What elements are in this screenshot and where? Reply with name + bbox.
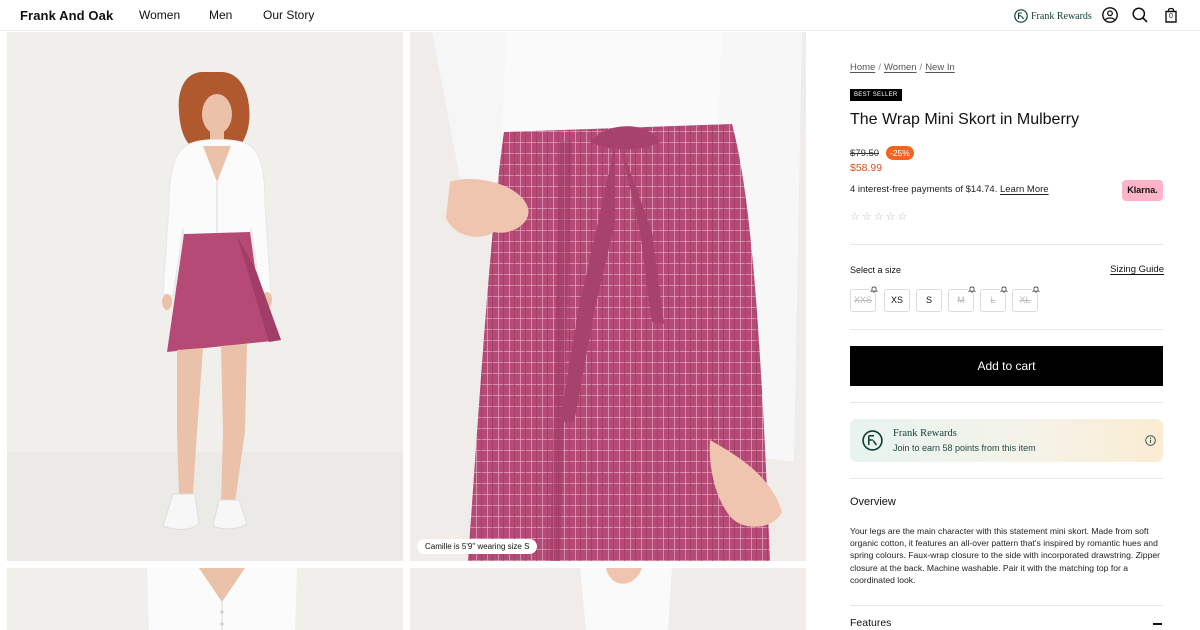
rating-stars[interactable]: ☆ ☆ ☆ ☆ ☆ — [850, 211, 907, 223]
size-option-xl[interactable]: XL — [1012, 285, 1040, 312]
divider — [850, 402, 1163, 403]
overview-description: Your legs are the main character with th… — [850, 526, 1160, 585]
size-option-s[interactable]: S — [916, 289, 942, 312]
best-seller-badge: BEST SELLER — [850, 89, 902, 101]
size-option-xs[interactable]: XS — [884, 289, 910, 312]
add-to-cart-button[interactable]: Add to cart — [850, 346, 1163, 386]
rewards-card-title: Frank Rewards — [893, 428, 957, 439]
notify-bell-icon — [1032, 285, 1040, 293]
nav-our-story[interactable]: Our Story — [263, 8, 314, 22]
nav-men[interactable]: Men — [209, 8, 232, 22]
sweater-detail-illustration — [7, 568, 403, 630]
divider — [850, 244, 1163, 245]
product-photo-closeup[interactable] — [410, 32, 806, 561]
product-details-panel: Home / Women / New In BEST SELLER The Wrap M… — [850, 0, 1164, 630]
notify-bell-icon — [968, 285, 976, 293]
installments-amount: 4 interest-free payments of $14.74. — [850, 184, 998, 195]
size-label: Select a size — [850, 265, 902, 275]
features-heading[interactable]: Features — [850, 617, 891, 629]
breadcrumb-women[interactable]: Women — [884, 62, 917, 73]
product-photo-bottom-right[interactable] — [410, 568, 806, 630]
notify-bell-icon — [870, 285, 878, 293]
overview-heading[interactable]: Overview — [850, 496, 896, 508]
cart-count: 0 — [1169, 13, 1173, 20]
discount-badge: -25% — [886, 146, 914, 160]
size-option-m[interactable]: M — [948, 285, 976, 312]
sleeve-detail-illustration — [410, 568, 806, 630]
brand-logo[interactable]: Frank And Oak — [20, 8, 113, 23]
product-photo-bottom-left[interactable] — [7, 568, 403, 630]
info-icon[interactable] — [1145, 435, 1156, 446]
model-illustration — [7, 32, 403, 561]
installments-text: 4 interest-free payments of $14.74. Lear… — [850, 184, 1049, 195]
learn-more-link[interactable]: Learn More — [1000, 184, 1049, 195]
klarna-badge[interactable]: Klarna. — [1122, 180, 1163, 201]
size-option-label: L — [990, 295, 996, 305]
bag-button[interactable]: 0 — [1162, 6, 1180, 24]
breadcrumb-home[interactable]: Home — [850, 62, 875, 73]
star-icon: ☆ — [885, 211, 896, 223]
model-size-caption: Camille is 5'9" wearing size S — [417, 539, 538, 554]
size-option-xxs[interactable]: XXS — [850, 285, 878, 312]
notify-bell-icon — [1000, 285, 1008, 293]
original-price: $79.50 — [850, 148, 880, 159]
star-icon: ☆ — [873, 211, 884, 223]
collapse-minus-icon[interactable] — [1153, 623, 1162, 625]
size-option-label: XS — [890, 295, 903, 305]
star-icon: ☆ — [850, 211, 860, 223]
rewards-card-subtitle: Join to earn 58 points from this item — [893, 443, 1036, 453]
divider — [850, 329, 1163, 330]
rewards-promo-card[interactable]: Frank Rewards Join to earn 58 points fro… — [850, 419, 1163, 462]
sizing-guide-link[interactable]: Sizing Guide — [1110, 264, 1164, 275]
breadcrumb-new-in[interactable]: New In — [925, 62, 955, 73]
size-option-l[interactable]: L — [980, 285, 1008, 312]
frank-rewards-logo-icon — [862, 430, 883, 451]
skirt-closeup-illustration — [410, 32, 806, 561]
breadcrumb: Home / Women / New In — [850, 62, 955, 73]
product-photo-full-body[interactable] — [7, 32, 403, 561]
star-icon: ☆ — [861, 211, 872, 223]
size-option-label: M — [957, 295, 965, 305]
sale-price: $58.99 — [850, 162, 883, 174]
divider — [850, 478, 1163, 479]
star-icon: ☆ — [897, 211, 908, 223]
size-option-label: XXS — [853, 295, 872, 305]
size-option-label: S — [925, 295, 932, 305]
product-title: The Wrap Mini Skort in Mulberry — [850, 111, 1080, 128]
size-option-label: XL — [1019, 295, 1031, 305]
divider — [850, 605, 1163, 606]
nav-women[interactable]: Women — [139, 8, 180, 22]
